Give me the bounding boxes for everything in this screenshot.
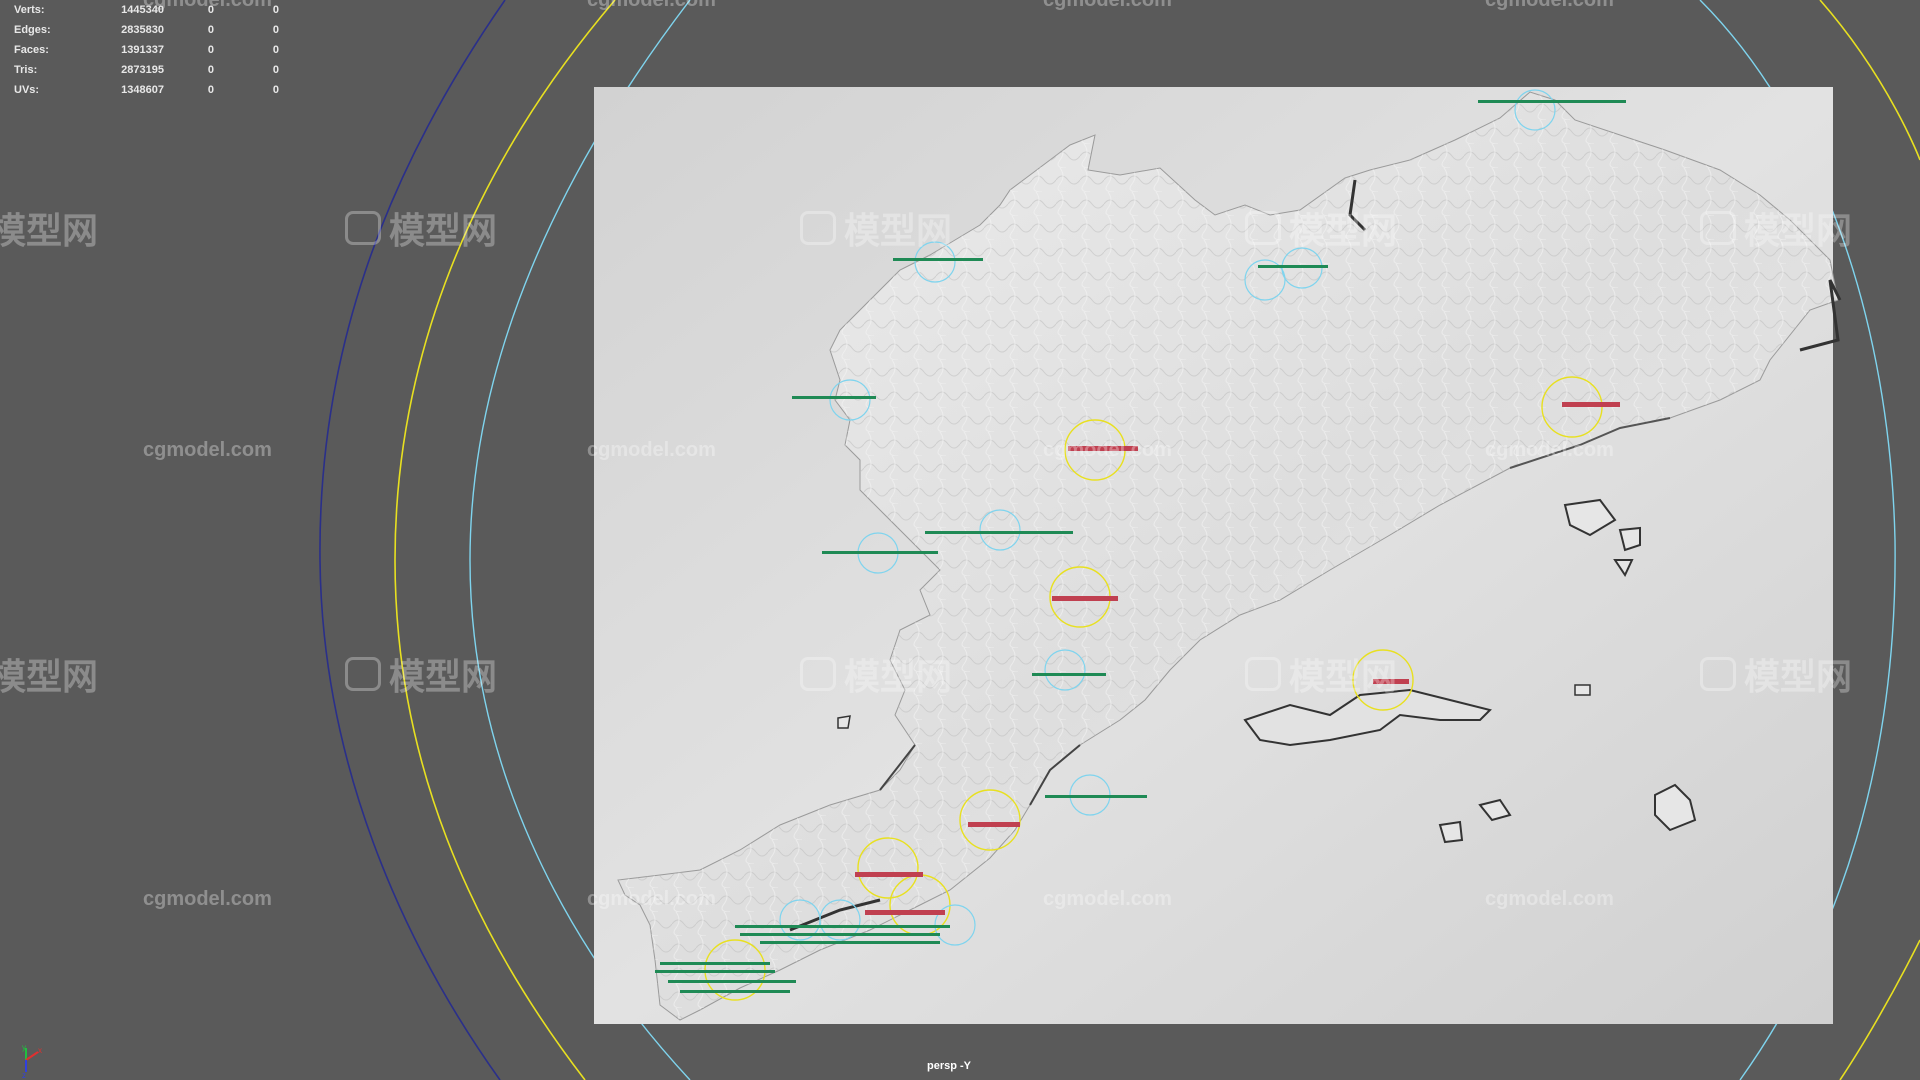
- watermark-logo-icon: [1700, 657, 1736, 691]
- hud-total: 1348607: [121, 84, 164, 96]
- gizmo-x-label: x: [38, 1046, 42, 1055]
- hud-label: Faces:: [14, 44, 49, 56]
- watermark-logo-icon: [345, 657, 381, 691]
- hud-label: Edges:: [14, 24, 51, 36]
- hud-component: 0: [272, 44, 279, 56]
- watermark-logo-icon: [1245, 657, 1281, 691]
- gizmo-y-label: y: [22, 1043, 26, 1052]
- yellow-curve-right-bottom: [1839, 939, 1920, 1080]
- watermark-cn: 模型网: [1700, 648, 1852, 700]
- watermark-logo-icon: [800, 657, 836, 691]
- watermark-cn: 模型网: [800, 648, 952, 700]
- watermark-url: cgmodel.com: [587, 888, 716, 910]
- gizmo-z-label: z: [22, 1071, 26, 1080]
- watermark-url: cgmodel.com: [587, 439, 716, 461]
- hud-selected: 0: [207, 24, 214, 36]
- scene-canvas[interactable]: cgmodel.com cgmodel.com cgmodel.com cgmo…: [0, 0, 1920, 1080]
- yellow-curve-right: [1819, 0, 1920, 161]
- watermark-cn-text: 模型网: [1744, 657, 1853, 698]
- camera-name-label: persp -Y: [927, 1060, 972, 1072]
- watermark-cn: 模型网: [1700, 202, 1852, 254]
- hud-component: 0: [272, 24, 279, 36]
- hud-label: UVs:: [14, 84, 40, 96]
- watermark-cn-text: 模型网: [389, 657, 498, 698]
- watermark-url: cgmodel.com: [1485, 439, 1614, 461]
- watermark-cn: 模型网: [0, 648, 98, 700]
- watermark-cn: 模型网: [345, 202, 497, 254]
- hud-row-verts: Verts: 1445340 0 0: [14, 0, 279, 20]
- axis-gizmo: y x z: [22, 1043, 42, 1080]
- watermark-cn-text: 模型网: [0, 211, 99, 252]
- hud-component: 0: [272, 64, 279, 76]
- hud-total: 2835830: [121, 24, 164, 36]
- watermark-cn: 模型网: [0, 202, 98, 254]
- hud-row-faces: Faces: 1391337 0 0: [14, 40, 279, 60]
- hud-label: Tris:: [14, 64, 38, 76]
- hud-component: 0: [272, 84, 279, 96]
- watermark-logo-icon: [1700, 211, 1736, 245]
- hud-label: Verts:: [14, 4, 45, 16]
- hud-total: 2873195: [121, 64, 164, 76]
- watermark-logo-icon: [800, 211, 836, 245]
- watermark-cn-text: 模型网: [844, 657, 953, 698]
- watermark-logo-icon: [1245, 211, 1281, 245]
- hud-total: 1391337: [121, 44, 164, 56]
- maya-viewport[interactable]: cgmodel.com cgmodel.com cgmodel.com cgmo…: [0, 0, 1920, 1080]
- navy-curve: [319, 0, 506, 1080]
- watermark-url: cgmodel.com: [1043, 0, 1172, 11]
- hud-selected: 0: [207, 64, 214, 76]
- watermark-cn-text: 模型网: [1289, 657, 1398, 698]
- watermark-cn-text: 模型网: [1744, 211, 1853, 252]
- hud-selected: 0: [207, 4, 214, 16]
- hud-total: 1445340: [121, 4, 164, 16]
- watermark-cn-text: 模型网: [0, 657, 99, 698]
- watermark-cn-text: 模型网: [844, 211, 953, 252]
- watermark-cn: 模型网: [800, 202, 952, 254]
- watermark-logo-icon: [345, 211, 381, 245]
- watermark-url: cgmodel.com: [1485, 888, 1614, 910]
- watermark-cn-text: 模型网: [389, 211, 498, 252]
- hud-row-tris: Tris: 2873195 0 0: [14, 60, 279, 80]
- hud-selected: 0: [207, 84, 214, 96]
- watermark-cn-text: 模型网: [1289, 211, 1398, 252]
- watermark-url: cgmodel.com: [1485, 0, 1614, 11]
- yellow-curve-left: [394, 0, 616, 1080]
- watermark-url: cgmodel.com: [1043, 439, 1172, 461]
- poly-count-hud: Verts: 1445340 0 0 Edges: 2835830 0 0 Fa…: [14, 0, 279, 100]
- watermark-url: cgmodel.com: [1043, 888, 1172, 910]
- watermark-cn: 模型网: [1245, 648, 1397, 700]
- hud-component: 0: [272, 4, 279, 16]
- watermark-url: cgmodel.com: [143, 888, 272, 910]
- hud-row-edges: Edges: 2835830 0 0: [14, 20, 279, 40]
- watermark-cn: 模型网: [1245, 202, 1397, 254]
- hud-row-uvs: UVs: 1348607 0 0: [14, 80, 279, 100]
- watermark-url: cgmodel.com: [143, 439, 272, 461]
- hud-selected: 0: [207, 44, 214, 56]
- watermark-cn: 模型网: [345, 648, 497, 700]
- watermark-url: cgmodel.com: [587, 0, 716, 11]
